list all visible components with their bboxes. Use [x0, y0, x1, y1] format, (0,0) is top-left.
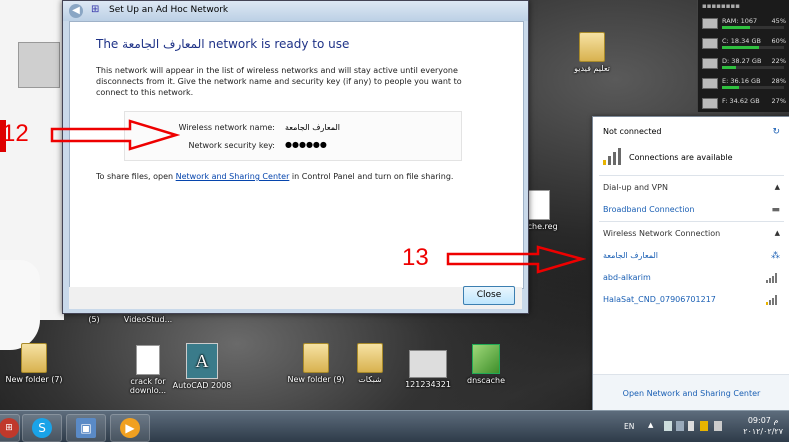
background-window-fragment-lower: [0, 260, 40, 350]
document-icon: [136, 345, 160, 375]
image-file-icon: [409, 350, 447, 378]
close-button[interactable]: Close: [463, 286, 515, 305]
desktop-label-5: (5): [88, 315, 100, 324]
network-item-abd-alkarim[interactable]: abd-alkarim: [603, 273, 782, 283]
network-flyout: Not connected ↻ Connections are availabl…: [592, 116, 789, 412]
drive-icon: [702, 78, 718, 89]
section-wireless[interactable]: Wireless Network Connection ▲: [603, 229, 782, 238]
dialog-button-bar: [69, 287, 522, 309]
gadget-drive-f: F: 34.62 GB 27%: [698, 94, 789, 114]
adhoc-network-icon: ⁂: [771, 251, 780, 261]
network-name-value: المعارف الجامعة: [285, 123, 340, 132]
taskbar-skype[interactable]: S: [22, 414, 62, 442]
folder-icon: [21, 343, 47, 373]
network-sharing-center-link[interactable]: Network and Sharing Center: [176, 172, 290, 181]
volume-icon[interactable]: [714, 421, 722, 431]
broadband-modem-icon: ▬: [771, 205, 780, 215]
annotation-number-13: 13: [402, 244, 429, 271]
separator: [599, 221, 784, 222]
registry-cube-icon: [472, 344, 500, 374]
autocad-icon: A: [186, 343, 218, 379]
refresh-icon[interactable]: ↻: [772, 127, 780, 137]
annotation-number-12: 12: [2, 120, 29, 147]
dialog-title: Set Up an Ad Hoc Network: [109, 5, 229, 15]
windows-logo-icon: ⊞: [0, 418, 19, 438]
dialog-heading: The المعارف الجامعة network is ready to …: [96, 37, 350, 51]
document-icon: [526, 190, 550, 220]
desktop-icon-networks-folder[interactable]: شبكات: [340, 343, 400, 384]
network-item-adhoc[interactable]: المعارف الجامعة ⁂: [603, 251, 782, 261]
taskbar-network-window[interactable]: ▣: [66, 414, 106, 442]
media-player-icon: ▶: [120, 418, 140, 438]
network-icon: ⊞: [91, 4, 100, 15]
folder-icon: [357, 343, 383, 373]
drive-icon: [702, 98, 718, 109]
tray-expand-icon[interactable]: ▲: [648, 421, 653, 429]
desktop-icon-autocad[interactable]: A AutoCAD 2008: [172, 343, 232, 390]
ram-icon: [702, 18, 718, 29]
dialog-titlebar: ◀ ⊞ Set Up an Ad Hoc Network: [63, 1, 528, 21]
desktop-icon-new-folder-7[interactable]: New folder (7): [4, 343, 64, 384]
gadget-ram: RAM: 1067 45%: [698, 14, 789, 34]
clock[interactable]: 09:07 م ٢٠١٢/٠٢/٢٧: [743, 415, 783, 437]
desktop-icon-dnscache[interactable]: dnscache: [456, 344, 516, 385]
skype-icon: S: [32, 418, 52, 438]
system-tray: EN ▲ 09:07 م ٢٠١٢/٠٢/٢٧: [620, 411, 789, 442]
dialog-description: This network will appear in the list of …: [96, 66, 462, 97]
gadget-drive-c: C: 18.34 GB 60%: [698, 34, 789, 54]
gadget-header-icons: ▪▪▪▪▪▪▪▪: [702, 2, 740, 10]
wifi-secured-signal-icon: [766, 295, 780, 305]
background-thumbnail: [18, 42, 60, 88]
wifi-signal-icon: [766, 273, 780, 283]
gadget-drive-d: D: 38.27 GB 22%: [698, 54, 789, 74]
language-indicator[interactable]: EN: [624, 422, 634, 431]
separator: [599, 175, 784, 176]
connection-status: Not connected ↻: [603, 127, 780, 137]
section-dialup-vpn[interactable]: Dial-up and VPN ▲: [603, 183, 782, 192]
flag-icon[interactable]: [664, 421, 672, 431]
folder-icon: [579, 32, 605, 62]
desktop-label-videostudio: VideoStud...: [123, 315, 173, 324]
flyout-footer: Open Network and Sharing Center: [593, 374, 789, 411]
network-item-broadband[interactable]: Broadband Connection ▬: [603, 205, 782, 215]
taskbar-media-player[interactable]: ▶: [110, 414, 150, 442]
connections-available: Connections are available: [629, 153, 733, 162]
chevron-up-icon: ▲: [774, 183, 780, 191]
annotation-arrow-13: [446, 245, 586, 274]
network-item-halasat[interactable]: HalaSat_CND_07906701217: [603, 295, 782, 305]
desktop-icon-121234321[interactable]: 121234321: [398, 350, 458, 389]
drive-icon: [702, 38, 718, 49]
gadget-drive-e: E: 36.16 GB 28%: [698, 74, 789, 94]
desktop-icon-video-folder[interactable]: تعليم فيديو: [562, 32, 622, 73]
annotation-arrow-12: [50, 119, 180, 151]
open-network-sharing-center-link[interactable]: Open Network and Sharing Center: [593, 389, 789, 398]
drive-icon: [702, 58, 718, 69]
security-key-value: ●●●●●●: [285, 140, 327, 149]
battery-icon[interactable]: [688, 421, 694, 431]
share-files-text: To share files, open Network and Sharing…: [96, 172, 454, 181]
signal-strength-icon: [603, 147, 625, 165]
back-arrow-icon[interactable]: ◀: [69, 4, 83, 18]
start-button[interactable]: ⊞: [0, 414, 20, 442]
taskbar: ⊞ S ▣ ▶ EN ▲ 09:07 م ٢٠١٢/٠٢/٢٧: [0, 410, 789, 442]
chevron-up-icon: ▲: [774, 229, 780, 237]
wifi-tray-icon[interactable]: [700, 421, 708, 431]
desktop-icon-new-folder-9[interactable]: New folder (9): [286, 343, 346, 384]
tray-app-icon[interactable]: [676, 421, 684, 431]
folder-icon: [303, 343, 329, 373]
monitor-icon: ▣: [76, 418, 96, 438]
system-monitor-gadget: ▪▪▪▪▪▪▪▪ RAM: 1067 45% C: 18.34 GB 60% D…: [697, 0, 789, 112]
desktop-icon-crack[interactable]: crack for downlo...: [118, 345, 178, 395]
